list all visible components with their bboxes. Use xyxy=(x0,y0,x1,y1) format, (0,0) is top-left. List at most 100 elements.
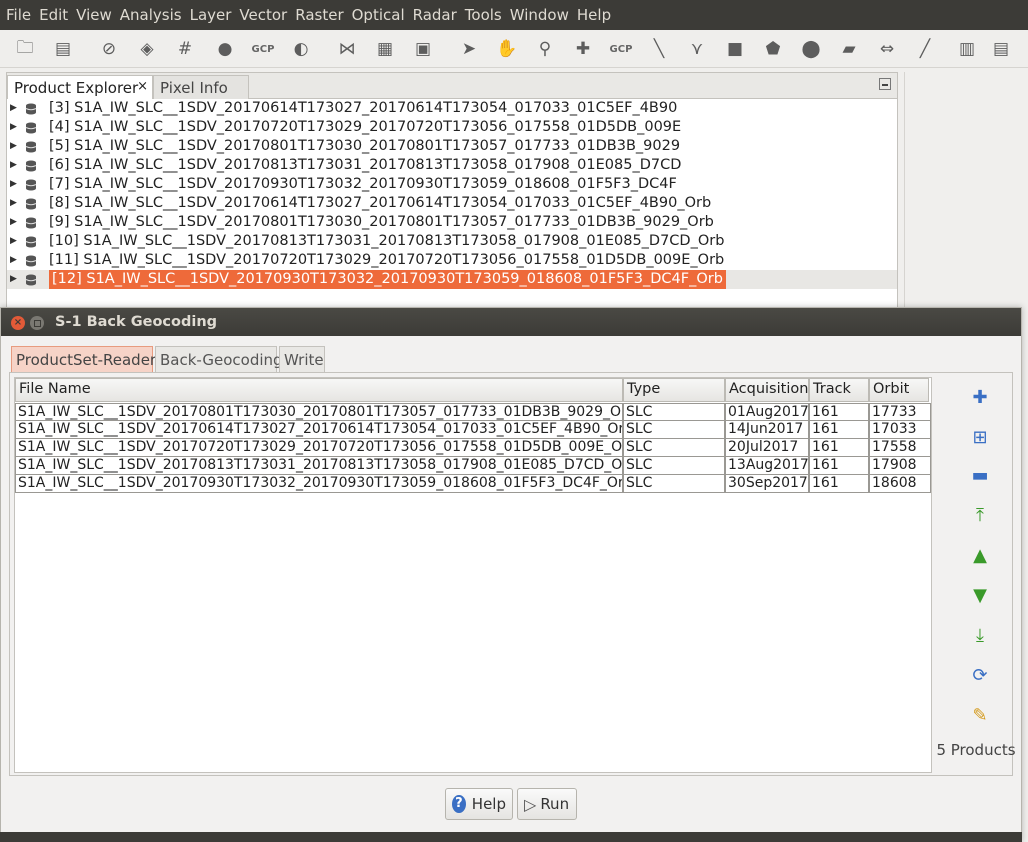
gcp-placing-icon[interactable]: GCP xyxy=(608,36,634,62)
database-icon xyxy=(25,122,37,134)
menu-radar[interactable]: Radar xyxy=(411,6,463,24)
magic-wand-icon[interactable]: ▰ xyxy=(836,36,862,62)
menu-layer[interactable]: Layer xyxy=(188,6,238,24)
menu-analysis[interactable]: Analysis xyxy=(118,6,188,24)
menu-window[interactable]: Window xyxy=(508,6,575,24)
tile-horizontal-icon[interactable]: ▥ xyxy=(954,36,980,62)
move-bottom-icon[interactable]: ⤓ xyxy=(968,623,992,647)
add-product-icon[interactable]: ✚ xyxy=(968,385,992,409)
product-label: [4] S1A_IW_SLC__1SDV_20170720T173029_201… xyxy=(49,119,682,135)
expand-arrow-icon[interactable]: ▶ xyxy=(10,137,17,156)
rectangle-drawing-icon[interactable]: ■ xyxy=(722,36,748,62)
tile-view-icon[interactable]: ▣ xyxy=(410,36,436,62)
database-icon xyxy=(25,141,37,153)
graph-builder-icon[interactable]: ⋈ xyxy=(334,36,360,62)
column-header-acquisition[interactable]: Acquisition xyxy=(725,378,809,402)
product-node[interactable]: ▶ [6] S1A_IW_SLC__1SDV_20170813T173031_2… xyxy=(7,156,897,175)
tab-productset-reader[interactable]: ProductSet-Reader xyxy=(11,346,156,372)
polyline-drawing-icon[interactable]: ⋎ xyxy=(684,36,710,62)
expand-arrow-icon[interactable]: ▶ xyxy=(10,99,17,118)
column-header-type[interactable]: Type xyxy=(623,378,725,402)
database-icon xyxy=(25,160,37,172)
table-row[interactable]: S1A_IW_SLC__1SDV_20170801T173030_2017080… xyxy=(15,403,931,421)
dialog-titlebar[interactable]: × S-1 Back Geocoding xyxy=(1,308,1021,336)
range-finder-icon[interactable]: ⇔ xyxy=(874,36,900,62)
product-node[interactable]: ▶ [9] S1A_IW_SLC__1SDV_20170801T173030_2… xyxy=(7,213,897,232)
world-map-icon[interactable]: ◐ xyxy=(288,36,314,62)
menu-help[interactable]: Help xyxy=(575,6,617,24)
column-header-track[interactable]: Track xyxy=(809,378,869,402)
table-row[interactable]: S1A_IW_SLC__1SDV_20170614T173027_2017061… xyxy=(15,421,931,439)
product-explorer-panel: Product Explorer × Pixel Info ▶ [3] S1A_… xyxy=(6,72,898,312)
pixel-pick-icon[interactable]: ╱ xyxy=(912,36,938,62)
menu-file[interactable]: File xyxy=(4,6,37,24)
select-tool-icon[interactable]: ➤ xyxy=(456,36,482,62)
expand-arrow-icon[interactable]: ▶ xyxy=(10,270,17,289)
tab-back-geocoding[interactable]: Back-Geocoding xyxy=(155,346,283,372)
graticule-icon[interactable]: # xyxy=(172,36,198,62)
remove-product-icon[interactable]: ▬ xyxy=(968,463,992,487)
expand-arrow-icon[interactable]: ▶ xyxy=(10,232,17,251)
product-node[interactable]: ▶ [7] S1A_IW_SLC__1SDV_20170930T173032_2… xyxy=(7,175,897,194)
table-row[interactable]: S1A_IW_SLC__1SDV_20170813T173031_2017081… xyxy=(15,457,931,475)
menu-edit[interactable]: Edit xyxy=(37,6,74,24)
menu-raster[interactable]: Raster xyxy=(293,6,349,24)
line-drawing-icon[interactable]: ╲ xyxy=(646,36,672,62)
move-down-icon[interactable]: ▼ xyxy=(968,583,992,607)
gcp-tool-icon[interactable]: GCP xyxy=(250,36,276,62)
clear-broom-icon[interactable]: ✎ xyxy=(968,703,992,727)
menu-view[interactable]: View xyxy=(74,6,118,24)
menu-vector[interactable]: Vector xyxy=(237,6,293,24)
column-header-file-name[interactable]: File Name xyxy=(15,378,623,402)
run-button[interactable]: ▷ Run xyxy=(517,788,577,820)
window-maximize-icon[interactable] xyxy=(30,316,44,330)
tab-product-explorer[interactable]: Product Explorer × xyxy=(7,75,153,99)
expand-arrow-icon[interactable]: ▶ xyxy=(10,213,17,232)
move-up-icon[interactable]: ▲ xyxy=(968,543,992,567)
open-product-icon[interactable]: 🗀 xyxy=(12,36,38,62)
add-opened-products-icon[interactable]: ⊞ xyxy=(968,425,992,449)
product-node[interactable]: ▶ [10] S1A_IW_SLC__1SDV_20170813T173031_… xyxy=(7,232,897,251)
minimize-icon[interactable] xyxy=(879,78,891,90)
batch-processing-icon[interactable]: ▦ xyxy=(372,36,398,62)
menu-tools[interactable]: Tools xyxy=(463,6,508,24)
zoom-tool-icon[interactable]: ⚲ xyxy=(532,36,558,62)
product-label: [5] S1A_IW_SLC__1SDV_20170801T173030_201… xyxy=(49,138,681,154)
help-icon: ? xyxy=(452,795,466,813)
tile-vertical-icon[interactable]: ▤ xyxy=(988,36,1014,62)
help-button[interactable]: ? Help xyxy=(445,788,513,820)
expand-arrow-icon[interactable]: ▶ xyxy=(10,194,17,213)
polygon-drawing-icon[interactable]: ⬟ xyxy=(760,36,786,62)
remove-band-icon[interactable]: ⊘ xyxy=(96,36,122,62)
product-node[interactable]: ▶ [5] S1A_IW_SLC__1SDV_20170801T173030_2… xyxy=(7,137,897,156)
expand-arrow-icon[interactable]: ▶ xyxy=(10,118,17,137)
gcp-label: GCP xyxy=(609,43,633,55)
product-node[interactable]: ▶ [4] S1A_IW_SLC__1SDV_20170720T173029_2… xyxy=(7,118,897,137)
ellipse-drawing-icon[interactable]: ⬤ xyxy=(798,36,824,62)
expand-arrow-icon[interactable]: ▶ xyxy=(10,175,17,194)
close-icon[interactable]: × xyxy=(137,79,148,94)
product-node-selected[interactable]: ▶ [12] S1A_IW_SLC__1SDV_20170930T173032_… xyxy=(7,270,897,289)
product-node[interactable]: ▶ [8] S1A_IW_SLC__1SDV_20170614T173027_2… xyxy=(7,194,897,213)
tab-pixel-info[interactable]: Pixel Info xyxy=(153,75,249,99)
product-table[interactable]: File Name Type Acquisition Track Orbit S… xyxy=(14,377,932,773)
expand-arrow-icon[interactable]: ▶ xyxy=(10,251,17,270)
table-row[interactable]: S1A_IW_SLC__1SDV_20170720T173029_2017072… xyxy=(15,439,931,457)
tab-write[interactable]: Write xyxy=(279,346,325,372)
window-close-icon[interactable]: × xyxy=(11,316,25,330)
cell-file-name: S1A_IW_SLC__1SDV_20170801T173030_2017080… xyxy=(15,403,623,421)
move-top-icon[interactable]: ⤒ xyxy=(968,503,992,527)
expand-arrow-icon[interactable]: ▶ xyxy=(10,156,17,175)
pan-tool-icon[interactable]: ✋ xyxy=(494,36,520,62)
product-node[interactable]: ▶ [3] S1A_IW_SLC__1SDV_20170614T173027_2… xyxy=(7,99,897,118)
column-header-orbit[interactable]: Orbit xyxy=(869,378,929,402)
cell-file-name: S1A_IW_SLC__1SDV_20170813T173031_2017081… xyxy=(15,457,623,475)
geo-pin-icon[interactable]: ● xyxy=(212,36,238,62)
menu-optical[interactable]: Optical xyxy=(350,6,411,24)
save-product-icon[interactable]: ▤ xyxy=(50,36,76,62)
band-maths-icon[interactable]: ◈ xyxy=(134,36,160,62)
table-row[interactable]: S1A_IW_SLC__1SDV_20170930T173032_2017093… xyxy=(15,475,931,493)
pin-placing-icon[interactable]: ✚ xyxy=(570,36,596,62)
refresh-icon[interactable]: ⟳ xyxy=(968,663,992,687)
product-node[interactable]: ▶ [11] S1A_IW_SLC__1SDV_20170720T173029_… xyxy=(7,251,897,270)
